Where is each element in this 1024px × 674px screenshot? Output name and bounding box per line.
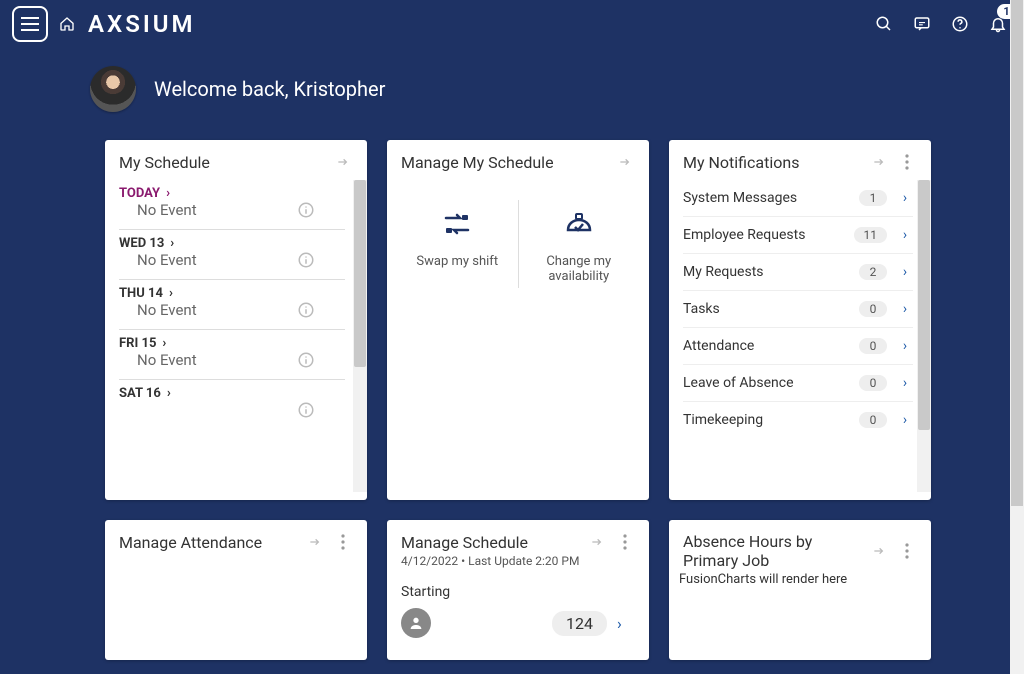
menu-button[interactable] (12, 6, 48, 42)
tile-label: Swap my shift (416, 254, 498, 269)
page-scrollbar[interactable] (1010, 0, 1024, 674)
card-title: Manage My Schedule (401, 153, 615, 172)
card-my-notifications: My Notifications System Messages 1 › Emp… (669, 140, 931, 500)
chevron-right-icon: › (162, 336, 166, 351)
card-manage-my-schedule: Manage My Schedule Swap my shift Change … (387, 140, 649, 500)
topbar: AXSIUM 14 (0, 0, 1024, 48)
info-icon[interactable] (297, 201, 315, 219)
chevron-right-icon: › (169, 286, 173, 301)
count-badge: 0 (859, 301, 887, 317)
dashboard-grid: My Schedule TODAY› No Event WED 13› No E… (0, 130, 1024, 674)
sched-day[interactable]: THU 14› No Event (119, 280, 345, 330)
sched-day[interactable]: FRI 15› No Event (119, 330, 345, 380)
welcome-row: Welcome back, Kristopher (0, 48, 1024, 130)
hamburger-icon (21, 17, 39, 31)
chevron-right-icon: › (897, 375, 913, 391)
count-badge: 1 (859, 190, 887, 206)
card-manage-schedule: Manage Schedule 4/12/2022 • Last Update … (387, 520, 649, 660)
notif-row-employee-requests[interactable]: Employee Requests 11 › (683, 217, 913, 254)
expand-arrow-icon[interactable] (305, 532, 325, 552)
starting-row[interactable]: 124 › (401, 608, 635, 638)
info-icon[interactable] (297, 351, 315, 369)
starting-label: Starting (401, 584, 635, 600)
more-dots-icon[interactable] (333, 532, 353, 552)
info-icon[interactable] (297, 251, 315, 269)
card-my-schedule: My Schedule TODAY› No Event WED 13› No E… (105, 140, 367, 500)
notif-row-system-messages[interactable]: System Messages 1 › (683, 180, 913, 217)
search-icon[interactable] (870, 10, 898, 38)
card-absence-hours: Absence Hours by Primary Job FusionChart… (669, 520, 931, 660)
person-icon (401, 608, 431, 638)
notif-row-attendance[interactable]: Attendance 0 › (683, 328, 913, 365)
chevron-right-icon: › (897, 190, 913, 206)
brand-logo: AXSIUM (88, 10, 196, 38)
starting-count: 124 (552, 611, 607, 636)
notif-row-timekeeping[interactable]: Timekeeping 0 › (683, 402, 913, 438)
sched-day[interactable]: WED 13› No Event (119, 230, 345, 280)
availability-icon (559, 204, 599, 244)
avatar[interactable] (90, 66, 136, 112)
card-title: Manage Attendance (119, 533, 305, 552)
my-schedule-body: TODAY› No Event WED 13› No Event THU 14›… (105, 180, 367, 500)
chevron-right-icon: › (166, 186, 170, 201)
swap-icon (437, 204, 477, 244)
more-dots-icon[interactable] (897, 152, 917, 172)
chart-placeholder: FusionCharts will render here (669, 572, 931, 587)
more-dots-icon[interactable] (615, 532, 635, 552)
chevron-right-icon: › (170, 236, 174, 251)
count-badge: 11 (854, 227, 888, 243)
tile-label: Change my availability (525, 254, 634, 284)
chevron-right-icon: › (897, 338, 913, 354)
expand-arrow-icon[interactable] (615, 152, 635, 172)
scrollbar[interactable] (353, 180, 367, 492)
sched-day-today[interactable]: TODAY› No Event (119, 180, 345, 230)
sched-day[interactable]: SAT 16› (119, 380, 345, 411)
more-dots-icon[interactable] (897, 541, 917, 561)
info-icon[interactable] (297, 401, 315, 419)
scrollbar[interactable] (917, 180, 931, 492)
card-subtext: 4/12/2022 • Last Update 2:20 PM (387, 554, 649, 574)
help-icon[interactable] (946, 10, 974, 38)
notif-row-tasks[interactable]: Tasks 0 › (683, 291, 913, 328)
card-title: Absence Hours by Primary Job (683, 532, 869, 570)
notif-row-leave-of-absence[interactable]: Leave of Absence 0 › (683, 365, 913, 402)
chevron-right-icon: › (897, 227, 913, 243)
tile-swap-shift[interactable]: Swap my shift (397, 200, 518, 288)
chevron-right-icon: › (897, 412, 913, 428)
tile-change-availability[interactable]: Change my availability (518, 200, 640, 288)
chevron-right-icon: › (167, 386, 171, 401)
home-icon[interactable] (58, 15, 76, 33)
expand-arrow-icon[interactable] (333, 152, 353, 172)
expand-arrow-icon[interactable] (869, 541, 889, 561)
card-title: My Notifications (683, 153, 869, 172)
count-badge: 0 (859, 412, 887, 428)
card-manage-attendance: Manage Attendance (105, 520, 367, 660)
welcome-text: Welcome back, Kristopher (154, 77, 385, 101)
notifications-list: System Messages 1 › Employee Requests 11… (669, 180, 931, 500)
chat-icon[interactable] (908, 10, 936, 38)
chevron-right-icon: › (617, 614, 635, 633)
chevron-right-icon: › (897, 301, 913, 317)
chevron-right-icon: › (897, 264, 913, 280)
expand-arrow-icon[interactable] (587, 532, 607, 552)
count-badge: 0 (859, 375, 887, 391)
card-title: Manage Schedule (401, 533, 587, 552)
bell-icon[interactable]: 14 (984, 10, 1012, 38)
expand-arrow-icon[interactable] (869, 152, 889, 172)
info-icon[interactable] (297, 301, 315, 319)
notif-row-my-requests[interactable]: My Requests 2 › (683, 254, 913, 291)
card-title: My Schedule (119, 153, 333, 172)
count-badge: 2 (859, 264, 887, 280)
count-badge: 0 (859, 338, 887, 354)
